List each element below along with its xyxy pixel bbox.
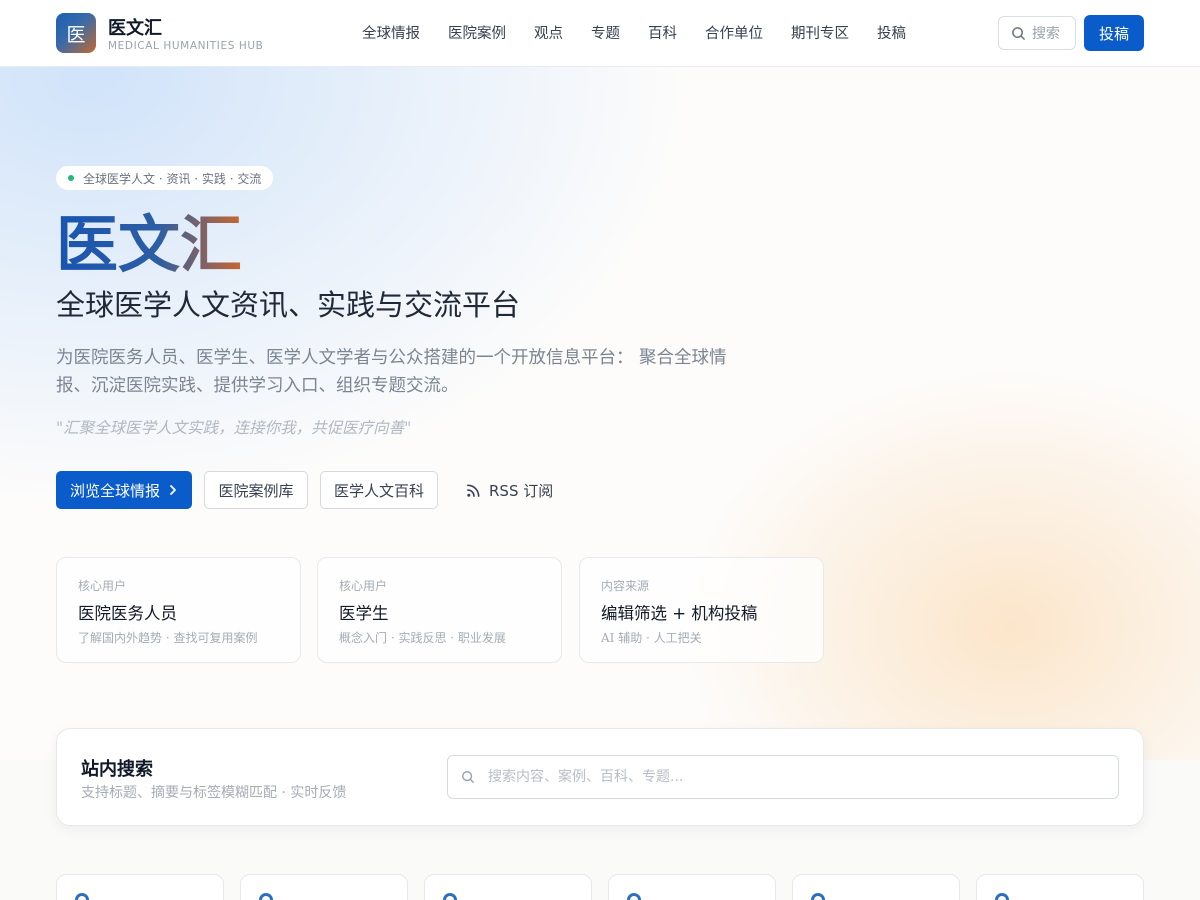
stat-description: 了解国内外趋势 · 查找可复用案例 xyxy=(78,631,258,645)
stat-title: 编辑筛选 + 机构投稿 xyxy=(601,604,758,623)
site-search-input[interactable] xyxy=(447,755,1119,799)
stat-card-medical-staff: 核心用户 医院医务人员 了解国内外趋势 · 查找可复用案例 xyxy=(56,557,301,663)
nav-item-encyclopedia[interactable]: 百科 xyxy=(648,22,677,43)
site-search-title: 站内搜索 xyxy=(81,759,153,780)
rss-label: RSS 订阅 xyxy=(489,481,554,500)
chevron-right-icon xyxy=(170,485,176,495)
browse-global-intel-button[interactable]: 浏览全球情报 xyxy=(56,471,192,509)
nav-item-global-intel[interactable]: 全球情报 xyxy=(362,22,420,43)
feature-icon xyxy=(627,893,641,900)
feature-card[interactable] xyxy=(608,874,776,900)
feature-card[interactable] xyxy=(240,874,408,900)
feature-icon xyxy=(995,893,1009,900)
feature-card[interactable] xyxy=(424,874,592,900)
nav-item-journals[interactable]: 期刊专区 xyxy=(791,22,849,43)
encyclopedia-button[interactable]: 医学人文百科 xyxy=(320,471,438,509)
hero-description: 为医院医务人员、医学生、医学人文学者与公众搭建的一个开放信息平台： 聚合全球情报… xyxy=(56,348,727,396)
hero-title: 医文汇 xyxy=(56,208,243,281)
stat-kicker: 核心用户 xyxy=(339,579,388,593)
main-nav: 全球情报 医院案例 观点 专题 百科 合作单位 期刊专区 投稿 xyxy=(362,22,934,43)
hero-section: 全球医学人文 · 资讯 · 实践 · 交流 医文汇 全球医学人文资讯、实践与交流… xyxy=(0,67,1200,760)
stat-card-content-sources: 内容来源 编辑筛选 + 机构投稿 AI 辅助 · 人工把关 xyxy=(579,557,824,663)
hospital-cases-button[interactable]: 医院案例库 xyxy=(204,471,308,509)
stat-description: AI 辅助 · 人工把关 xyxy=(601,631,702,645)
search-icon xyxy=(1012,26,1025,40)
hero-tagline-text: 全球医学人文 · 资讯 · 实践 · 交流 xyxy=(83,171,262,186)
feature-icon xyxy=(443,893,457,900)
site-header: 医 医文汇 MEDICAL HUMANITIES HUB 全球情报 医院案例 观… xyxy=(0,0,1200,67)
brand-subtitle: MEDICAL HUMANITIES HUB xyxy=(108,40,264,52)
feature-card[interactable] xyxy=(792,874,960,900)
stat-title: 医学生 xyxy=(339,604,389,623)
stat-title: 医院医务人员 xyxy=(78,604,177,623)
hero-subtitle: 全球医学人文资讯、实践与交流平台 xyxy=(56,288,521,322)
brand-name[interactable]: 医文汇 xyxy=(108,14,162,40)
stat-kicker: 内容来源 xyxy=(601,579,650,593)
nav-item-topics[interactable]: 专题 xyxy=(591,22,620,43)
feature-icon xyxy=(75,893,89,900)
nav-item-submit[interactable]: 投稿 xyxy=(877,22,906,43)
stat-kicker: 核心用户 xyxy=(78,579,127,593)
site-search-subtitle: 支持标题、摘要与标签模糊匹配 · 实时反馈 xyxy=(81,785,347,801)
search-icon xyxy=(462,771,474,783)
nav-item-partners[interactable]: 合作单位 xyxy=(705,22,763,43)
stat-card-medical-students: 核心用户 医学生 概念入门 · 实践反思 · 职业发展 xyxy=(317,557,562,663)
hero-quote: "汇聚全球医学人文实践，连接你我，共促医疗向善" xyxy=(56,419,412,437)
browse-global-intel-label: 浏览全球情报 xyxy=(69,481,160,500)
site-search-panel: 站内搜索 支持标题、摘要与标签模糊匹配 · 实时反馈 xyxy=(56,728,1144,826)
header-search-label: 搜索 xyxy=(1032,26,1060,42)
nav-item-hospital-cases[interactable]: 医院案例 xyxy=(448,22,506,43)
feature-icon xyxy=(811,893,825,900)
stat-description: 概念入门 · 实践反思 · 职业发展 xyxy=(339,631,506,645)
status-dot xyxy=(68,175,74,181)
rss-subscribe-button[interactable]: RSS 订阅 xyxy=(466,471,553,509)
feature-card[interactable] xyxy=(976,874,1144,900)
nav-item-opinions[interactable]: 观点 xyxy=(534,22,563,43)
header-search-button[interactable]: 搜索 xyxy=(998,16,1076,50)
feature-icon xyxy=(259,893,273,900)
logo-icon[interactable]: 医 xyxy=(56,13,96,53)
hero-tagline-pill: 全球医学人文 · 资讯 · 实践 · 交流 xyxy=(56,166,274,190)
rss-icon xyxy=(467,484,480,497)
feature-card[interactable] xyxy=(56,874,224,900)
header-submit-button[interactable]: 投稿 xyxy=(1084,15,1144,51)
